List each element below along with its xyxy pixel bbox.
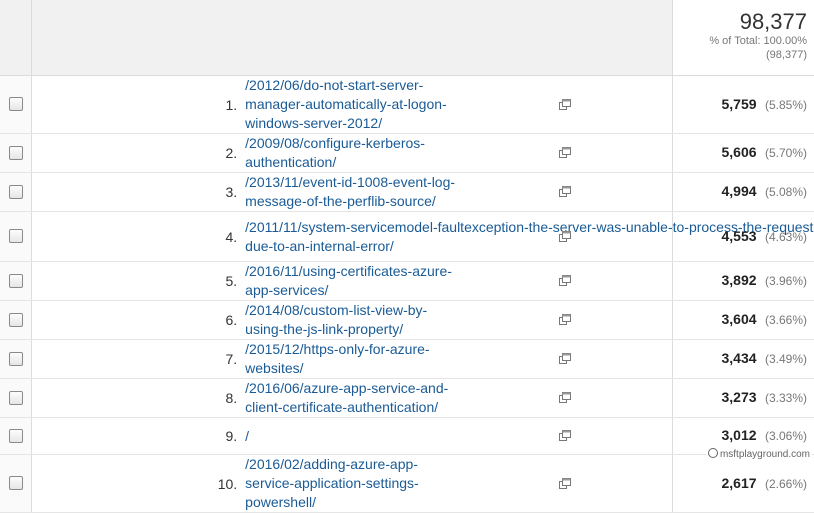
open-in-new-window-icon[interactable] <box>559 275 571 286</box>
row-value: 3,273 <box>722 389 757 405</box>
row-index: 8. <box>32 379 246 418</box>
open-in-new-window-icon[interactable] <box>559 353 571 364</box>
row-percent: (3.66%) <box>761 313 807 327</box>
watermark-text: msftplayground.com <box>720 449 810 460</box>
row-index: 10. <box>32 455 246 513</box>
row-value: 4,994 <box>722 183 757 199</box>
row-index: 9. <box>32 418 246 455</box>
row-value: 5,759 <box>722 96 757 112</box>
page-link-line-2: due-to-an-internal-error/ <box>245 237 459 256</box>
header-checkbox-cell <box>0 0 32 76</box>
open-in-new-window-icon[interactable] <box>559 430 571 441</box>
table-row: 10. /2016/02/adding-azure-app-service-ap… <box>0 455 814 513</box>
row-value: 3,892 <box>722 272 757 288</box>
page-link[interactable]: /2016/11/using-certificates-azure-app-se… <box>245 262 459 300</box>
row-percent: (3.06%) <box>761 429 807 443</box>
table-row: 7. /2015/12/https-only-for-azure-website… <box>0 340 814 379</box>
page-link[interactable]: /2011/11/system-servicemodel-faultexcept… <box>245 218 459 256</box>
page-link[interactable]: / <box>245 427 459 446</box>
open-in-new-window-icon[interactable] <box>559 392 571 403</box>
row-percent: (5.70%) <box>761 146 807 160</box>
open-in-new-window-icon[interactable] <box>559 99 571 110</box>
table-row: 8. /2016/06/azure-app-service-and-client… <box>0 379 814 418</box>
page-link-line-1: /2011/11/system-servicemodel-faultexcept… <box>245 218 459 237</box>
row-percent: (2.66%) <box>761 477 807 491</box>
row-percent: (3.49%) <box>761 352 807 366</box>
open-in-new-window-icon[interactable] <box>559 147 571 158</box>
summary-totals: 98,377 % of Total: 100.00% (98,377) <box>673 0 814 76</box>
row-index: 3. <box>32 173 246 212</box>
table-row: 3. /2013/11/event-id-1008-event-log-mess… <box>0 173 814 212</box>
row-value: 3,604 <box>722 311 757 327</box>
watermark: msftplayground.com <box>706 448 812 461</box>
table-row: 2. /2009/08/configure-kerberos-authentic… <box>0 134 814 173</box>
table-row: 4. /2011/11/system-servicemodel-faultexc… <box>0 212 814 262</box>
page-link[interactable]: /2016/02/adding-azure-app-service-applic… <box>245 455 459 512</box>
page-link[interactable]: /2014/08/custom-list-view-by-using-the-j… <box>245 301 459 339</box>
row-index: 4. <box>32 212 246 262</box>
page-link[interactable]: /2012/06/do-not-start-server-manager-aut… <box>245 76 459 133</box>
page-link[interactable]: /2009/08/configure-kerberos-authenticati… <box>245 134 459 172</box>
row-index: 2. <box>32 134 246 173</box>
row-checkbox[interactable] <box>9 146 23 160</box>
row-checkbox[interactable] <box>9 97 23 111</box>
row-value: 5,606 <box>722 144 757 160</box>
row-percent: (4.63%) <box>761 230 807 244</box>
page-link[interactable]: /2013/11/event-id-1008-event-log-message… <box>245 173 459 211</box>
open-in-new-window-icon[interactable] <box>559 231 571 242</box>
row-percent: (5.08%) <box>761 185 807 199</box>
table-row: 1. /2012/06/do-not-start-server-manager-… <box>0 76 814 134</box>
pages-table: 98,377 % of Total: 100.00% (98,377) 1. /… <box>0 0 814 513</box>
row-index: 5. <box>32 262 246 301</box>
row-checkbox[interactable] <box>9 352 23 366</box>
open-in-new-window-icon[interactable] <box>559 186 571 197</box>
total-percent-label: % of Total: 100.00% <box>673 34 807 48</box>
table-row: 6. /2014/08/custom-list-view-by-using-th… <box>0 301 814 340</box>
open-in-new-window-icon[interactable] <box>559 314 571 325</box>
open-in-new-window-icon[interactable] <box>559 478 571 489</box>
row-percent: (3.96%) <box>761 274 807 288</box>
row-index: 1. <box>32 76 246 134</box>
row-value: 3,012 <box>722 427 757 443</box>
row-checkbox[interactable] <box>9 313 23 327</box>
copyright-icon <box>708 448 718 458</box>
row-checkbox[interactable] <box>9 229 23 243</box>
table-row: 5. /2016/11/using-certificates-azure-app… <box>0 262 814 301</box>
row-value: 2,617 <box>722 475 757 491</box>
header-page-cell <box>32 0 673 76</box>
table-row: 9. / 3,012 (3.06%) <box>0 418 814 455</box>
row-value: 4,553 <box>722 228 757 244</box>
row-checkbox[interactable] <box>9 185 23 199</box>
row-value: 3,434 <box>722 350 757 366</box>
row-checkbox[interactable] <box>9 274 23 288</box>
row-index: 6. <box>32 301 246 340</box>
row-percent: (5.85%) <box>761 98 807 112</box>
row-index: 7. <box>32 340 246 379</box>
total-percent-count: (98,377) <box>673 48 807 62</box>
page-link[interactable]: /2015/12/https-only-for-azure-websites/ <box>245 340 459 378</box>
page-link[interactable]: /2016/06/azure-app-service-and-client-ce… <box>245 379 459 417</box>
row-percent: (3.33%) <box>761 391 807 405</box>
total-value: 98,377 <box>673 10 807 34</box>
table-summary-row: 98,377 % of Total: 100.00% (98,377) <box>0 0 814 76</box>
row-checkbox[interactable] <box>9 391 23 405</box>
row-checkbox[interactable] <box>9 429 23 443</box>
row-checkbox[interactable] <box>9 476 23 490</box>
